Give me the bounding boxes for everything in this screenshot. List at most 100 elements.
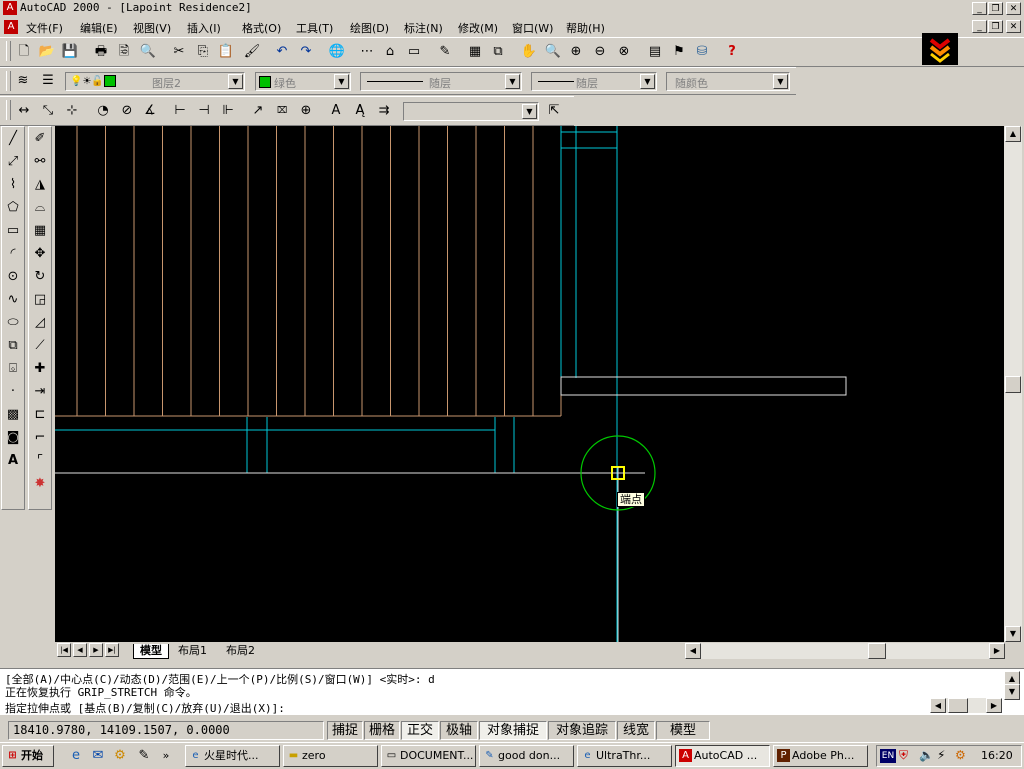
lineweight-combo[interactable]: 随层 ▼ [531,72,657,91]
model-toggle[interactable]: 模型 [656,721,710,740]
task-button[interactable]: P Adobe Ph... [773,745,868,767]
command-scroll-right-button[interactable]: ▶ [986,698,1002,713]
menu-modify[interactable]: 修改(M) [458,20,498,36]
ellipse-icon[interactable]: ⬭ [2,311,24,334]
menu-insert[interactable]: 插入(I) [187,20,221,36]
layers-icon[interactable]: ☰ [38,71,58,91]
doc-minimize-button[interactable]: _ [972,20,987,33]
menu-dimension[interactable]: 标注(N) [404,20,443,36]
command-prompt[interactable]: 指定拉伸点或 [基点(B)/复制(C)/放弃(U)/退出(X)]: [5,700,285,716]
tiled-viewports-icon[interactable]: ⧉ [488,42,508,62]
task-button[interactable]: ▬ zero [283,745,378,767]
web-icon[interactable]: 🌐 [327,42,347,62]
menu-format[interactable]: 格式(O) [242,20,281,36]
coordinate-display[interactable]: 18410.9780, 14109.1507, 0.0000 [8,721,324,740]
tab-last-button[interactable]: ▶| [105,643,119,657]
command-horizontal-scrollbar[interactable]: ◀ ▶ [930,698,1002,713]
point-icon[interactable]: · [2,380,24,403]
pan-icon[interactable]: ✋ [519,42,539,62]
vertical-scrollbar[interactable]: ▲ ▼ [1004,126,1022,642]
drawing-area[interactable] [55,126,1004,642]
chamfer-icon[interactable]: ⌐ [29,426,51,449]
center-mark-icon[interactable]: ⊕ [296,101,316,121]
print-preview-icon[interactable]: 🗟 [114,42,134,62]
command-scroll-thumb[interactable] [948,698,968,713]
aligned-dimension-icon[interactable]: ⤡ [38,101,58,121]
circle-icon[interactable]: ⊙ [2,265,24,288]
tolerance-icon[interactable]: ⌧ [272,101,292,121]
tab-next-button[interactable]: ▶ [89,643,103,657]
horizontal-scroll-thumb[interactable] [868,643,886,659]
linear-dimension-icon[interactable]: ↔ [14,101,34,121]
command-scroll-left-button[interactable]: ◀ [930,698,946,713]
command-scroll-down-button[interactable]: ▼ [1004,684,1020,700]
close-button[interactable]: ✕ [1006,2,1021,15]
ucs-icon[interactable]: ▭ [404,42,424,62]
polygon-icon[interactable]: ⬠ [2,196,24,219]
ortho-toggle[interactable]: 正交 [401,721,439,740]
lengthen-icon[interactable]: ⟋ [29,334,51,357]
undo-icon[interactable]: ↶ [272,42,292,62]
horizontal-scrollbar[interactable]: ◀ ▶ [685,643,1005,659]
scroll-down-button[interactable]: ▼ [1005,626,1021,642]
lineweight-toggle[interactable]: 线宽 [617,721,655,740]
redo-icon[interactable]: ↷ [296,42,316,62]
publish-icon[interactable]: 🔍 [138,42,158,62]
scale-icon[interactable]: ◲ [29,288,51,311]
named-views-icon[interactable]: ▦ [465,42,485,62]
diameter-dimension-icon[interactable]: ⊘ [117,101,137,121]
rectangle-icon[interactable]: ▭ [2,219,24,242]
scroll-up-button[interactable]: ▲ [1005,126,1021,142]
line-icon[interactable]: ╱ [2,127,24,150]
layer-combo[interactable]: 💡☀🔓 图层2 ▼ [65,72,245,91]
hyperlink-icon[interactable]: ✎ [435,42,455,62]
leader-icon[interactable]: ↗ [248,101,268,121]
snap-from-icon[interactable]: ⌂ [380,42,400,62]
match-properties-icon[interactable]: 🖌 [242,42,262,62]
menu-help[interactable]: 帮助(H) [566,20,605,36]
paste-icon[interactable]: 📋 [216,42,236,62]
zoom-realtime-icon[interactable]: 🔍 [543,42,563,62]
continue-dimension-icon[interactable]: ⊩ [218,101,238,121]
make-block-icon[interactable]: ⌺ [2,357,24,380]
design-center-icon[interactable]: ⚑ [669,42,689,62]
outlook-icon[interactable]: ✉ [88,746,108,766]
dimension-style-icon[interactable]: ⇱ [544,101,564,121]
chevron-down-icon[interactable]: ▼ [334,74,349,89]
menu-file[interactable]: 文件(F) [26,20,63,36]
tab-model[interactable]: 模型 [133,644,169,659]
trim-icon[interactable]: ✚ [29,357,51,380]
tab-first-button[interactable]: |◀ [57,643,71,657]
ordinate-dimension-icon[interactable]: ⊹ [62,101,82,121]
radius-dimension-icon[interactable]: ◔ [93,101,113,121]
scroll-right-button[interactable]: ▶ [989,643,1005,659]
explode-icon[interactable]: ✸ [29,472,51,495]
zoom-window-icon[interactable]: ⊕ [566,42,586,62]
fillet-icon[interactable]: ⌜ [29,449,51,472]
construction-line-icon[interactable]: ⤢ [2,150,24,173]
start-button[interactable]: ⊞ 开始 [2,745,54,767]
ie-icon[interactable]: e [66,746,86,766]
chevron-down-icon[interactable]: ▼ [228,74,243,89]
move-icon[interactable]: ✥ [29,242,51,265]
chevron-down-icon[interactable]: ▼ [640,74,655,89]
quick-dimension-icon[interactable]: ⊢ [170,101,190,121]
menu-window[interactable]: 窗口(W) [512,20,553,36]
dimension-edit-icon[interactable]: A [326,101,346,121]
task-button[interactable]: ▭ DOCUMENT... [381,745,476,767]
notepad-icon[interactable]: ✎ [134,746,154,766]
arc-icon[interactable]: ◜ [2,242,24,265]
angular-dimension-icon[interactable]: ∡ [140,101,160,121]
minimize-button[interactable]: _ [972,2,987,15]
command-window[interactable]: [全部(A)/中心点(C)/动态(D)/范围(E)/上一个(P)/比例(S)/窗… [0,668,1024,715]
polar-toggle[interactable]: 极轴 [440,721,478,740]
plotstyle-combo[interactable]: 随颜色 ▼ [666,72,790,91]
more-quicklaunch-icon[interactable]: » [156,746,176,766]
copy-icon[interactable]: ⎘ [193,42,213,62]
chevron-down-icon[interactable]: ▼ [522,104,537,119]
color-combo[interactable]: 绿色 ▼ [255,72,351,91]
network-icon[interactable]: ⚡ [937,748,945,762]
offset-icon[interactable]: ⌓ [29,196,51,219]
database-icon[interactable]: ⛁ [692,42,712,62]
tab-layout2[interactable]: 布局2 [220,644,261,658]
